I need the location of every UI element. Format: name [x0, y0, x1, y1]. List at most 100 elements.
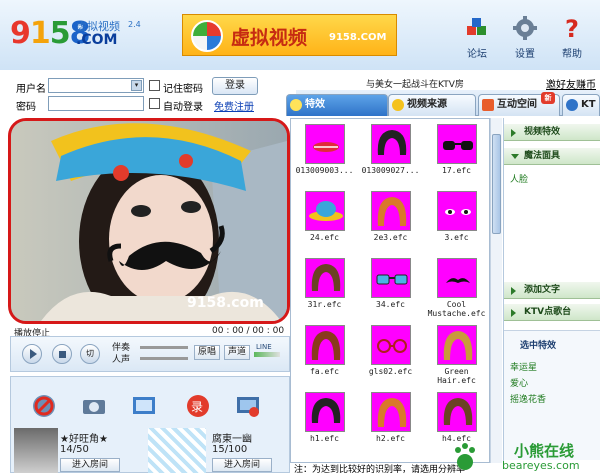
tab-video-source[interactable]: 视频来源: [388, 94, 476, 116]
ktv-song-header[interactable]: KTV点歌台: [504, 304, 600, 321]
original-vocal-button[interactable]: 原唱: [194, 345, 220, 360]
tab-ktv[interactable]: KT: [562, 94, 600, 116]
accompaniment-slider[interactable]: [140, 346, 188, 349]
room-card[interactable]: 腐東一幽 15/100 进入房间: [150, 428, 280, 473]
settings-label: 设置: [515, 49, 535, 60]
channel-button[interactable]: 声道: [224, 345, 250, 360]
effect-item[interactable]: 2e3.efc: [358, 187, 423, 254]
add-text-header[interactable]: 添加文字: [504, 282, 600, 299]
logo-com-text: .COM: [76, 32, 118, 48]
effect-thumbnail: [437, 325, 477, 365]
room-card[interactable]: ★好旺角★ 14/50 进入房间: [14, 428, 144, 473]
paw-logo-icon: [455, 443, 475, 470]
help-button[interactable]: ? 帮助: [557, 15, 587, 60]
settings-button[interactable]: 设置: [510, 16, 540, 60]
remember-password-checkbox[interactable]: [149, 80, 160, 91]
record-icon[interactable]: 录: [184, 392, 212, 420]
effect-thumbnail: [305, 325, 345, 365]
effect-caption: h1.efc: [310, 434, 339, 443]
effect-item[interactable]: 31r.efc: [292, 254, 357, 321]
room-name: ★好旺角★: [60, 434, 108, 445]
video-face-image: [11, 121, 287, 321]
expand-arrow-icon: [511, 309, 516, 317]
effect-item[interactable]: h1.efc: [292, 388, 357, 455]
watermark-en: beareyes.com: [502, 459, 580, 472]
watermark-cn: 小熊在线: [514, 442, 575, 460]
screen-capture-icon[interactable]: [130, 392, 158, 420]
tab-label: KT: [581, 99, 596, 110]
effect-item[interactable]: 3.efc: [424, 187, 489, 254]
camera-icon[interactable]: [80, 392, 108, 420]
logo-version: 2.4: [128, 20, 141, 29]
effect-item[interactable]: h2.efc: [358, 388, 423, 455]
play-button[interactable]: [22, 344, 42, 364]
effect-caption: Cool Mustache.efc: [427, 300, 486, 318]
selected-effects-title: 选中特效: [520, 341, 557, 351]
tv-icon[interactable]: [234, 392, 262, 420]
effect-thumbnail: [371, 325, 411, 365]
effect-thumbnail: [371, 124, 411, 164]
effect-caption: 013009027...: [361, 166, 420, 175]
effect-caption: 2e3.efc: [373, 233, 408, 242]
forum-cubes-icon: [467, 18, 486, 35]
effect-caption: 013009003...: [295, 166, 354, 175]
video-watermark: 9158.com: [187, 295, 264, 311]
tab-label: 特效: [305, 99, 325, 110]
login-button[interactable]: 登录: [212, 77, 258, 95]
effect-caption: h2.efc: [376, 434, 405, 443]
voice-slider[interactable]: [140, 357, 188, 360]
header-banner[interactable]: 虚拟视频 9158.COM: [182, 14, 397, 56]
invite-friends-link[interactable]: 邀好友赚币: [546, 76, 596, 91]
effect-thumbnail: [305, 124, 345, 164]
magic-mask-header[interactable]: 魔法面具: [504, 148, 600, 165]
effect-thumbnail: [305, 258, 345, 298]
username-dropdown-icon[interactable]: ▾: [131, 80, 142, 91]
remember-password-label: 记住密码: [163, 84, 203, 95]
switch-button[interactable]: 切: [80, 344, 100, 364]
effects-scrollbar[interactable]: [490, 118, 502, 463]
effect-thumbnail: [305, 392, 345, 432]
video-effects-header[interactable]: 视频特效: [504, 124, 600, 141]
play-icon: [30, 349, 37, 359]
username-input[interactable]: ▾: [48, 78, 144, 93]
face-item[interactable]: 人脸: [510, 172, 528, 185]
tab-effects[interactable]: 特效: [286, 94, 388, 116]
auto-login-checkbox[interactable]: [149, 98, 160, 109]
effect-item[interactable]: 34.efc: [358, 254, 423, 321]
scrollbar-thumb[interactable]: [492, 134, 501, 234]
effect-thumbnail: [437, 392, 477, 432]
password-label: 密码: [16, 102, 36, 113]
no-camera-icon[interactable]: [30, 392, 58, 420]
enter-room-button[interactable]: 进入房间: [60, 458, 120, 472]
effect-item[interactable]: fa.efc: [292, 321, 357, 388]
selected-effect-item[interactable]: 爱心: [510, 376, 528, 389]
promo-text[interactable]: 与美女一起战斗在KTV房: [366, 77, 464, 90]
password-input[interactable]: [48, 96, 144, 111]
register-link[interactable]: 免费注册: [214, 98, 254, 113]
effect-thumbnail: [305, 191, 345, 231]
help-label: 帮助: [562, 49, 582, 60]
stop-button[interactable]: [52, 344, 72, 364]
tab-label: 互动空间: [497, 99, 537, 110]
effect-item[interactable]: Cool Mustache.efc: [424, 254, 489, 321]
effect-thumbnail: [437, 124, 477, 164]
tab-interactive-space[interactable]: 互动空间 新: [478, 92, 560, 116]
effect-item[interactable]: 24.efc: [292, 187, 357, 254]
effect-caption: 24.efc: [310, 233, 339, 242]
tab-label: 视频来源: [407, 99, 447, 110]
effect-item[interactable]: 17.efc: [424, 120, 489, 187]
effect-item[interactable]: 013009003...: [292, 120, 357, 187]
selected-effect-item[interactable]: 幸运星: [510, 360, 537, 373]
ktv-icon: [566, 99, 578, 111]
effect-item[interactable]: 013009027...: [358, 120, 423, 187]
effect-item[interactable]: gls02.efc: [358, 321, 423, 388]
enter-room-button[interactable]: 进入房间: [212, 458, 272, 472]
forum-button[interactable]: 论坛: [462, 16, 492, 60]
effect-caption: 17.efc: [442, 166, 471, 175]
selected-effect-item[interactable]: 摇逸花香: [510, 392, 546, 405]
effect-thumbnail: [371, 392, 411, 432]
effect-thumbnail: [437, 191, 477, 231]
effect-thumbnail: [437, 258, 477, 298]
player-time: 00 : 00 / 00 : 00: [212, 326, 285, 336]
effect-item[interactable]: Green Hair.efc: [424, 321, 489, 388]
